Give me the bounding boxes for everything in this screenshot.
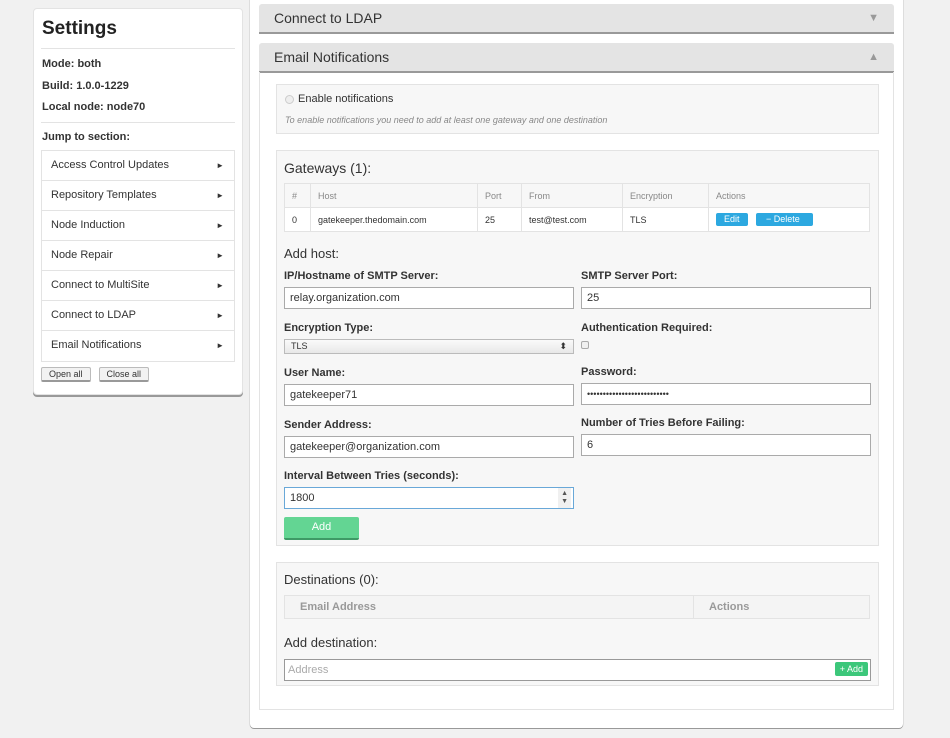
enable-notifications-well: Enable notifications To enable notificat… bbox=[276, 84, 879, 134]
encryption-type-label: Encryption Type: bbox=[284, 322, 374, 334]
cell-port: 25 bbox=[477, 207, 522, 232]
select-arrows-icon: ⬍ bbox=[559, 341, 567, 351]
email-notifications-body: Enable notifications To enable notificat… bbox=[259, 72, 894, 710]
nav-item-label: Node Repair bbox=[51, 248, 113, 261]
caret-up-icon: ▲ bbox=[868, 51, 879, 63]
tries-label: Number of Tries Before Failing: bbox=[581, 417, 745, 429]
cell-from: test@test.com bbox=[521, 207, 623, 232]
nav-item-node-repair[interactable]: Node Repair ► bbox=[42, 241, 234, 271]
col-header-email-address: Email Address bbox=[285, 596, 694, 618]
arrow-right-icon: ► bbox=[216, 220, 224, 230]
destinations-table: Email Address Actions bbox=[284, 595, 870, 619]
username-input[interactable]: gatekeeper71 bbox=[284, 384, 574, 406]
arrow-right-icon: ► bbox=[216, 190, 224, 200]
nav-item-connect-to-multisite[interactable]: Connect to MultiSite ► bbox=[42, 271, 234, 301]
add-host-title: Add host: bbox=[284, 246, 339, 261]
destinations-title: Destinations (0): bbox=[284, 572, 379, 587]
open-all-button[interactable]: Open all bbox=[41, 366, 91, 382]
arrow-right-icon: ► bbox=[216, 250, 224, 260]
mode-label: Mode: both bbox=[42, 58, 102, 70]
enable-hint: To enable notifications you need to add … bbox=[285, 115, 608, 125]
destinations-section: Destinations (0): Email Address Actions … bbox=[276, 562, 879, 686]
address-placeholder: Address bbox=[288, 664, 329, 676]
spinner-arrows-icon[interactable]: ▲ ▼ bbox=[558, 488, 571, 508]
settings-main-panel: Connect to LDAP ▼ Email Notifications ▲ … bbox=[250, 0, 903, 728]
cell-index: 0 bbox=[284, 207, 311, 232]
hostname-input[interactable]: relay.organization.com bbox=[284, 287, 574, 309]
col-header-index: # bbox=[284, 183, 311, 208]
password-label: Password: bbox=[581, 366, 637, 378]
local-node-label: Local node: node70 bbox=[42, 101, 146, 113]
enable-notifications-toggle[interactable]: Enable notifications bbox=[285, 93, 393, 105]
tries-input[interactable]: 6 bbox=[581, 434, 871, 456]
nav-item-label: Connect to LDAP bbox=[51, 308, 136, 321]
nav-item-label: Connect to MultiSite bbox=[51, 278, 150, 291]
col-header-host: Host bbox=[310, 183, 478, 208]
section-header-email-notifications[interactable]: Email Notifications ▲ bbox=[259, 43, 894, 73]
col-header-port: Port bbox=[477, 183, 522, 208]
cell-encryption: TLS bbox=[622, 207, 709, 232]
auth-required-checkbox[interactable] bbox=[581, 341, 589, 349]
encryption-type-select[interactable]: TLS ⬍ bbox=[284, 339, 574, 354]
gateways-title: Gateways (1): bbox=[284, 160, 372, 176]
delete-gateway-button[interactable]: − Delete bbox=[756, 213, 813, 226]
username-label: User Name: bbox=[284, 367, 346, 379]
section-nav-list: Access Control Updates ► Repository Templ… bbox=[41, 149, 235, 362]
encryption-type-value: TLS bbox=[291, 341, 308, 351]
sender-address-label: Sender Address: bbox=[284, 419, 372, 431]
enable-notifications-checkbox[interactable] bbox=[285, 94, 294, 104]
nav-item-email-notifications[interactable]: Email Notifications ► bbox=[42, 331, 234, 361]
close-all-button[interactable]: Close all bbox=[98, 366, 150, 382]
port-input[interactable]: 25 bbox=[581, 287, 871, 309]
sidebar-title: Settings bbox=[41, 17, 235, 49]
interval-label: Interval Between Tries (seconds): bbox=[284, 470, 459, 482]
enable-notifications-label: Enable notifications bbox=[298, 93, 394, 105]
table-row: 0 gatekeeper.thedomain.com 25 test@test.… bbox=[284, 207, 870, 232]
nav-item-access-control-updates[interactable]: Access Control Updates ► bbox=[42, 151, 234, 181]
gateways-section: Gateways (1): # Host Port From Encryptio… bbox=[276, 150, 879, 546]
nav-item-label: Node Induction bbox=[51, 218, 125, 231]
destination-address-input[interactable]: Address + Add bbox=[284, 659, 871, 681]
col-header-from: From bbox=[521, 183, 623, 208]
interval-value: 1800 bbox=[290, 492, 315, 504]
password-input[interactable]: •••••••••••••••••••••••••• bbox=[581, 383, 871, 405]
arrow-right-icon: ► bbox=[216, 280, 224, 290]
nav-item-label: Repository Templates bbox=[51, 188, 157, 201]
gateways-table: # Host Port From Encryption Actions 0 ga… bbox=[284, 183, 870, 232]
add-destination-title: Add destination: bbox=[284, 635, 378, 650]
port-label: SMTP Server Port: bbox=[581, 270, 678, 282]
auth-required-label: Authentication Required: bbox=[581, 322, 713, 334]
hostname-label: IP/Hostname of SMTP Server: bbox=[284, 270, 439, 282]
section-title: Email Notifications bbox=[274, 49, 390, 65]
nav-item-label: Access Control Updates bbox=[51, 158, 169, 171]
col-header-encryption: Encryption bbox=[622, 183, 709, 208]
cell-host: gatekeeper.thedomain.com bbox=[310, 207, 478, 232]
arrow-right-icon: ► bbox=[216, 310, 224, 320]
arrow-right-icon: ► bbox=[216, 340, 224, 350]
nav-item-node-induction[interactable]: Node Induction ► bbox=[42, 211, 234, 241]
edit-gateway-button[interactable]: Edit bbox=[716, 213, 748, 226]
nav-item-connect-to-ldap[interactable]: Connect to LDAP ► bbox=[42, 301, 234, 331]
interval-stepper[interactable]: 1800 ▲ ▼ bbox=[284, 487, 574, 509]
add-destination-button[interactable]: + Add bbox=[834, 662, 868, 676]
cell-actions: Edit − Delete bbox=[708, 207, 870, 232]
caret-down-icon: ▼ bbox=[868, 12, 879, 24]
sender-address-input[interactable]: gatekeeper@organization.com bbox=[284, 436, 574, 458]
jump-to-section-label: Jump to section: bbox=[42, 130, 131, 143]
node-info: Mode: both Build: 1.0.0-1229 Local node:… bbox=[41, 49, 235, 123]
col-header-actions: Actions bbox=[708, 183, 870, 208]
add-host-button[interactable]: Add bbox=[284, 517, 359, 540]
arrow-right-icon: ► bbox=[216, 160, 224, 170]
nav-item-label: Email Notifications bbox=[51, 338, 142, 351]
section-title: Connect to LDAP bbox=[274, 10, 383, 26]
section-header-ldap[interactable]: Connect to LDAP ▼ bbox=[259, 4, 894, 34]
nav-item-repository-templates[interactable]: Repository Templates ► bbox=[42, 181, 234, 211]
col-header-actions: Actions bbox=[709, 601, 750, 613]
settings-sidebar: Settings Mode: both Build: 1.0.0-1229 Lo… bbox=[33, 8, 243, 395]
build-label: Build: 1.0.0-1229 bbox=[42, 79, 129, 92]
